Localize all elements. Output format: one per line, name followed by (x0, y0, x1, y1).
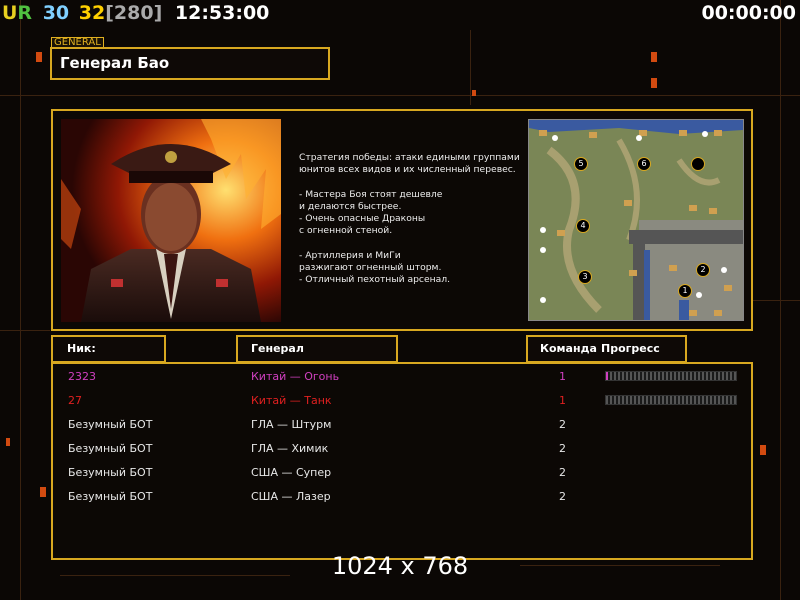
column-team-label: Команда (540, 342, 597, 355)
description-line: и делаются быстрее. (299, 200, 402, 212)
player-general: ГЛА — Штурм (251, 418, 332, 431)
bg-light (36, 52, 42, 62)
player-row[interactable]: 2323 Китай — Огонь 1 (53, 366, 751, 388)
player-team: 2 (559, 418, 566, 431)
column-nick: Ник: (51, 335, 166, 363)
resolution-label: 1024 x 768 (331, 552, 469, 580)
player-nick: 27 (68, 394, 82, 407)
general-portrait-image (61, 119, 281, 322)
general-name: Генерал Бао (60, 54, 170, 72)
player-list: 2323 Китай — Огонь 1 27 Китай — Танк 1 Б… (51, 362, 753, 560)
player-row[interactable]: Безумный БОТ США — Лазер 2 (53, 486, 751, 508)
player-nick: Безумный БОТ (68, 466, 153, 479)
map-slot[interactable]: 3 (578, 270, 592, 284)
player-team: 2 (559, 466, 566, 479)
map-slot[interactable]: 6 (637, 157, 651, 171)
player-row[interactable]: Безумный БОТ ГЛА — Штурм 2 (53, 414, 751, 436)
bg-light (6, 438, 10, 446)
bg-light (651, 78, 657, 88)
map-slot[interactable]: 5 (574, 157, 588, 171)
ur-label: UR (2, 2, 32, 24)
player-general: США — Лазер (251, 490, 331, 503)
bg-grid-line (780, 0, 781, 600)
bg-grid-line (470, 30, 471, 105)
player-general: Китай — Танк (251, 394, 332, 407)
description-line (299, 177, 519, 189)
column-general-label: Генерал (251, 342, 304, 355)
map-slot-empty[interactable] (691, 157, 705, 171)
general-title-box: Генерал Бао (50, 47, 330, 80)
player-general: Китай — Огонь (251, 370, 340, 383)
player-progress-bar (605, 371, 737, 381)
bg-light (40, 487, 46, 497)
player-row[interactable]: Безумный БОТ США — Супер 2 (53, 462, 751, 484)
bg-light (472, 90, 476, 96)
description-line: - Мастера Боя стоят дешевле (299, 188, 443, 200)
description-line: с огненной стеной. (299, 225, 393, 237)
map-slot[interactable]: 4 (576, 219, 590, 233)
fps-a: 30 (42, 2, 70, 24)
map-slot[interactable]: 1 (678, 284, 692, 298)
general-portrait (61, 119, 281, 322)
player-nick: Безумный БОТ (68, 442, 153, 455)
ur-label-text: UR (2, 2, 33, 24)
player-nick: Безумный БОТ (68, 418, 153, 431)
player-team: 2 (559, 442, 566, 455)
column-team-progress: Команда Прогресс (526, 335, 687, 363)
player-row[interactable]: Безумный БОТ ГЛА — Химик 2 (53, 438, 751, 460)
ping: [280] (105, 2, 163, 24)
bg-grid-line (20, 0, 21, 600)
player-team: 1 (559, 370, 566, 383)
player-team: 1 (559, 394, 566, 407)
column-progress-label: Прогресс (601, 342, 660, 355)
description-line: - Отличный пехотный арсенал. (299, 274, 451, 286)
hud-stats: UR 30 32[280] 12:53:00 (2, 2, 269, 24)
bg-light (651, 52, 657, 62)
bg-light (760, 445, 766, 455)
player-nick: Безумный БОТ (68, 490, 153, 503)
general-description: Стратегия победы: атаки едиными группами… (299, 152, 520, 287)
clock: 12:53:00 (174, 2, 270, 24)
bg-grid-line (750, 300, 800, 301)
description-line (299, 238, 519, 250)
bg-grid-line (0, 330, 50, 331)
player-row[interactable]: 27 Китай — Танк 1 (53, 390, 751, 412)
description-line: Стратегия победы: атаки едиными группами (299, 152, 520, 163)
map-slot[interactable]: 2 (696, 263, 710, 277)
column-general: Генерал (236, 335, 398, 363)
column-nick-label: Ник: (67, 342, 96, 355)
map-terrain (529, 120, 743, 320)
general-info-panel: Стратегия победы: атаки едиными группами… (51, 109, 753, 331)
player-progress-bar (605, 395, 737, 405)
map-preview[interactable]: 5 6 4 3 2 1 (528, 119, 744, 321)
game-timer: 00:00:00 (701, 2, 796, 24)
description-line: юнитов всех видов и их численный перевес… (299, 164, 516, 176)
bg-grid-line (0, 95, 800, 96)
player-nick: 2323 (68, 370, 96, 383)
player-general: ГЛА — Химик (251, 442, 329, 455)
player-team: 2 (559, 490, 566, 503)
description-line: - Артиллерия и МиГи (299, 249, 401, 261)
description-line: - Очень опасные Драконы (299, 213, 426, 225)
player-general: США — Супер (251, 466, 332, 479)
fps-b: 32 (78, 2, 106, 24)
description-line: разжигают огненный шторм. (299, 262, 442, 274)
